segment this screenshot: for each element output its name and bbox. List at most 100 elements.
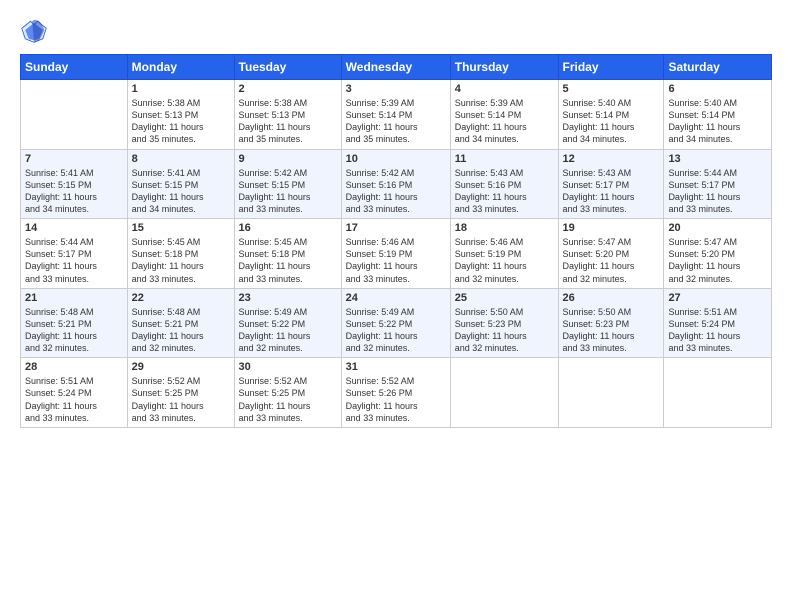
day-number: 15: [132, 222, 230, 234]
day-info: Sunrise: 5:41 AM Sunset: 5:15 PM Dayligh…: [132, 167, 230, 216]
day-info: Sunrise: 5:41 AM Sunset: 5:15 PM Dayligh…: [25, 167, 123, 216]
calendar-cell: 11 Sunrise: 5:43 AM Sunset: 5:16 PM Dayli…: [450, 149, 558, 219]
calendar-cell: 13Sunrise: 5:44 AM Sunset: 5:17 PM Dayli…: [664, 149, 772, 219]
day-number: 14: [25, 222, 123, 234]
calendar-table: SundayMondayTuesdayWednesdayThursdayFrid…: [20, 54, 772, 428]
weekday-header-wednesday: Wednesday: [341, 55, 450, 80]
calendar-cell: 25Sunrise: 5:50 AM Sunset: 5:23 PM Dayli…: [450, 288, 558, 358]
calendar-cell: 24Sunrise: 5:49 AM Sunset: 5:22 PM Dayli…: [341, 288, 450, 358]
day-info: Sunrise: 5:38 AM Sunset: 5:13 PM Dayligh…: [239, 97, 337, 146]
page: SundayMondayTuesdayWednesdayThursdayFrid…: [0, 0, 792, 612]
calendar-cell: 8 Sunrise: 5:41 AM Sunset: 5:15 PM Daylig…: [127, 149, 234, 219]
day-number: 9: [239, 153, 337, 165]
day-info: Sunrise: 5:46 AM Sunset: 5:19 PM Dayligh…: [346, 236, 446, 285]
calendar-cell: [664, 358, 772, 428]
day-number: 21: [25, 292, 123, 304]
calendar-cell: [558, 358, 664, 428]
calendar-cell: 26Sunrise: 5:50 AM Sunset: 5:23 PM Dayli…: [558, 288, 664, 358]
day-info: Sunrise: 5:47 AM Sunset: 5:20 PM Dayligh…: [563, 236, 660, 285]
day-info: Sunrise: 5:45 AM Sunset: 5:18 PM Dayligh…: [132, 236, 230, 285]
logo: [20, 16, 52, 44]
day-number: 8: [132, 153, 230, 165]
day-number: 10: [346, 153, 446, 165]
weekday-header-tuesday: Tuesday: [234, 55, 341, 80]
day-info: Sunrise: 5:51 AM Sunset: 5:24 PM Dayligh…: [668, 306, 767, 355]
calendar-cell: 23Sunrise: 5:49 AM Sunset: 5:22 PM Dayli…: [234, 288, 341, 358]
calendar-cell: 20 Sunrise: 5:47 AM Sunset: 5:20 PM Dayli…: [664, 219, 772, 289]
day-number: 1: [132, 83, 230, 95]
day-info: Sunrise: 5:42 AM Sunset: 5:16 PM Dayligh…: [346, 167, 446, 216]
weekday-header-sunday: Sunday: [21, 55, 128, 80]
day-number: 4: [455, 83, 554, 95]
day-number: 3: [346, 83, 446, 95]
calendar-cell: 28 Sunrise: 5:51 AM Sunset: 5:24 PM Dayli…: [21, 358, 128, 428]
day-info: Sunrise: 5:40 AM Sunset: 5:14 PM Dayligh…: [563, 97, 660, 146]
day-number: 20: [668, 222, 767, 234]
day-info: Sunrise: 5:52 AM Sunset: 5:26 PM Dayligh…: [346, 375, 446, 424]
day-info: Sunrise: 5:50 AM Sunset: 5:23 PM Dayligh…: [455, 306, 554, 355]
calendar-cell: [450, 358, 558, 428]
calendar-week-row: 14 Sunrise: 5:44 AM Sunset: 5:17 PM Dayli…: [21, 219, 772, 289]
calendar-cell: 29Sunrise: 5:52 AM Sunset: 5:25 PM Dayli…: [127, 358, 234, 428]
day-number: 17: [346, 222, 446, 234]
day-info: Sunrise: 5:44 AM Sunset: 5:17 PM Dayligh…: [25, 236, 123, 285]
day-number: 2: [239, 83, 337, 95]
day-number: 23: [239, 292, 337, 304]
day-info: Sunrise: 5:49 AM Sunset: 5:22 PM Dayligh…: [346, 306, 446, 355]
weekday-header-saturday: Saturday: [664, 55, 772, 80]
calendar-cell: 15 Sunrise: 5:45 AM Sunset: 5:18 PM Dayli…: [127, 219, 234, 289]
logo-icon: [20, 16, 48, 44]
day-number: 28: [25, 361, 123, 373]
day-number: 26: [563, 292, 660, 304]
day-number: 22: [132, 292, 230, 304]
weekday-header-row: SundayMondayTuesdayWednesdayThursdayFrid…: [21, 55, 772, 80]
day-info: Sunrise: 5:43 AM Sunset: 5:16 PM Dayligh…: [455, 167, 554, 216]
day-number: 30: [239, 361, 337, 373]
calendar-cell: 14 Sunrise: 5:44 AM Sunset: 5:17 PM Dayli…: [21, 219, 128, 289]
calendar-cell: 6Sunrise: 5:40 AM Sunset: 5:14 PM Daylig…: [664, 80, 772, 150]
day-info: Sunrise: 5:40 AM Sunset: 5:14 PM Dayligh…: [668, 97, 767, 146]
day-info: Sunrise: 5:39 AM Sunset: 5:14 PM Dayligh…: [346, 97, 446, 146]
weekday-header-friday: Friday: [558, 55, 664, 80]
calendar-cell: 17 Sunrise: 5:46 AM Sunset: 5:19 PM Dayli…: [341, 219, 450, 289]
day-number: 16: [239, 222, 337, 234]
day-number: 19: [563, 222, 660, 234]
calendar-cell: 16 Sunrise: 5:45 AM Sunset: 5:18 PM Dayli…: [234, 219, 341, 289]
day-info: Sunrise: 5:45 AM Sunset: 5:18 PM Dayligh…: [239, 236, 337, 285]
day-number: 12: [563, 153, 660, 165]
day-info: Sunrise: 5:42 AM Sunset: 5:15 PM Dayligh…: [239, 167, 337, 216]
calendar-cell: 21 Sunrise: 5:48 AM Sunset: 5:21 PM Dayli…: [21, 288, 128, 358]
calendar-cell: 22 Sunrise: 5:48 AM Sunset: 5:21 PM Dayli…: [127, 288, 234, 358]
day-info: Sunrise: 5:52 AM Sunset: 5:25 PM Dayligh…: [239, 375, 337, 424]
day-number: 18: [455, 222, 554, 234]
calendar-cell: 27 Sunrise: 5:51 AM Sunset: 5:24 PM Dayli…: [664, 288, 772, 358]
day-number: 27: [668, 292, 767, 304]
calendar-cell: 4 Sunrise: 5:39 AM Sunset: 5:14 PM Daylig…: [450, 80, 558, 150]
calendar-cell: 18Sunrise: 5:46 AM Sunset: 5:19 PM Dayli…: [450, 219, 558, 289]
day-info: Sunrise: 5:44 AM Sunset: 5:17 PM Dayligh…: [668, 167, 767, 216]
calendar-cell: 19 Sunrise: 5:47 AM Sunset: 5:20 PM Dayli…: [558, 219, 664, 289]
day-info: Sunrise: 5:48 AM Sunset: 5:21 PM Dayligh…: [25, 306, 123, 355]
day-info: Sunrise: 5:38 AM Sunset: 5:13 PM Dayligh…: [132, 97, 230, 146]
day-info: Sunrise: 5:48 AM Sunset: 5:21 PM Dayligh…: [132, 306, 230, 355]
day-number: 29: [132, 361, 230, 373]
day-info: Sunrise: 5:47 AM Sunset: 5:20 PM Dayligh…: [668, 236, 767, 285]
calendar-week-row: 28 Sunrise: 5:51 AM Sunset: 5:24 PM Dayli…: [21, 358, 772, 428]
calendar-cell: 1 Sunrise: 5:38 AM Sunset: 5:13 PM Daylig…: [127, 80, 234, 150]
day-number: 31: [346, 361, 446, 373]
day-info: Sunrise: 5:51 AM Sunset: 5:24 PM Dayligh…: [25, 375, 123, 424]
calendar-cell: 2 Sunrise: 5:38 AM Sunset: 5:13 PM Daylig…: [234, 80, 341, 150]
calendar-week-row: 1 Sunrise: 5:38 AM Sunset: 5:13 PM Daylig…: [21, 80, 772, 150]
calendar-cell: 12Sunrise: 5:43 AM Sunset: 5:17 PM Dayli…: [558, 149, 664, 219]
calendar-week-row: 21 Sunrise: 5:48 AM Sunset: 5:21 PM Dayli…: [21, 288, 772, 358]
calendar-cell: 7Sunrise: 5:41 AM Sunset: 5:15 PM Daylig…: [21, 149, 128, 219]
day-info: Sunrise: 5:39 AM Sunset: 5:14 PM Dayligh…: [455, 97, 554, 146]
day-number: 5: [563, 83, 660, 95]
header: [20, 16, 772, 44]
day-number: 11: [455, 153, 554, 165]
calendar-cell: 9 Sunrise: 5:42 AM Sunset: 5:15 PM Daylig…: [234, 149, 341, 219]
calendar-cell: 5 Sunrise: 5:40 AM Sunset: 5:14 PM Daylig…: [558, 80, 664, 150]
calendar-cell: 3 Sunrise: 5:39 AM Sunset: 5:14 PM Daylig…: [341, 80, 450, 150]
calendar-cell: 30 Sunrise: 5:52 AM Sunset: 5:25 PM Dayli…: [234, 358, 341, 428]
calendar-cell: 10 Sunrise: 5:42 AM Sunset: 5:16 PM Dayli…: [341, 149, 450, 219]
